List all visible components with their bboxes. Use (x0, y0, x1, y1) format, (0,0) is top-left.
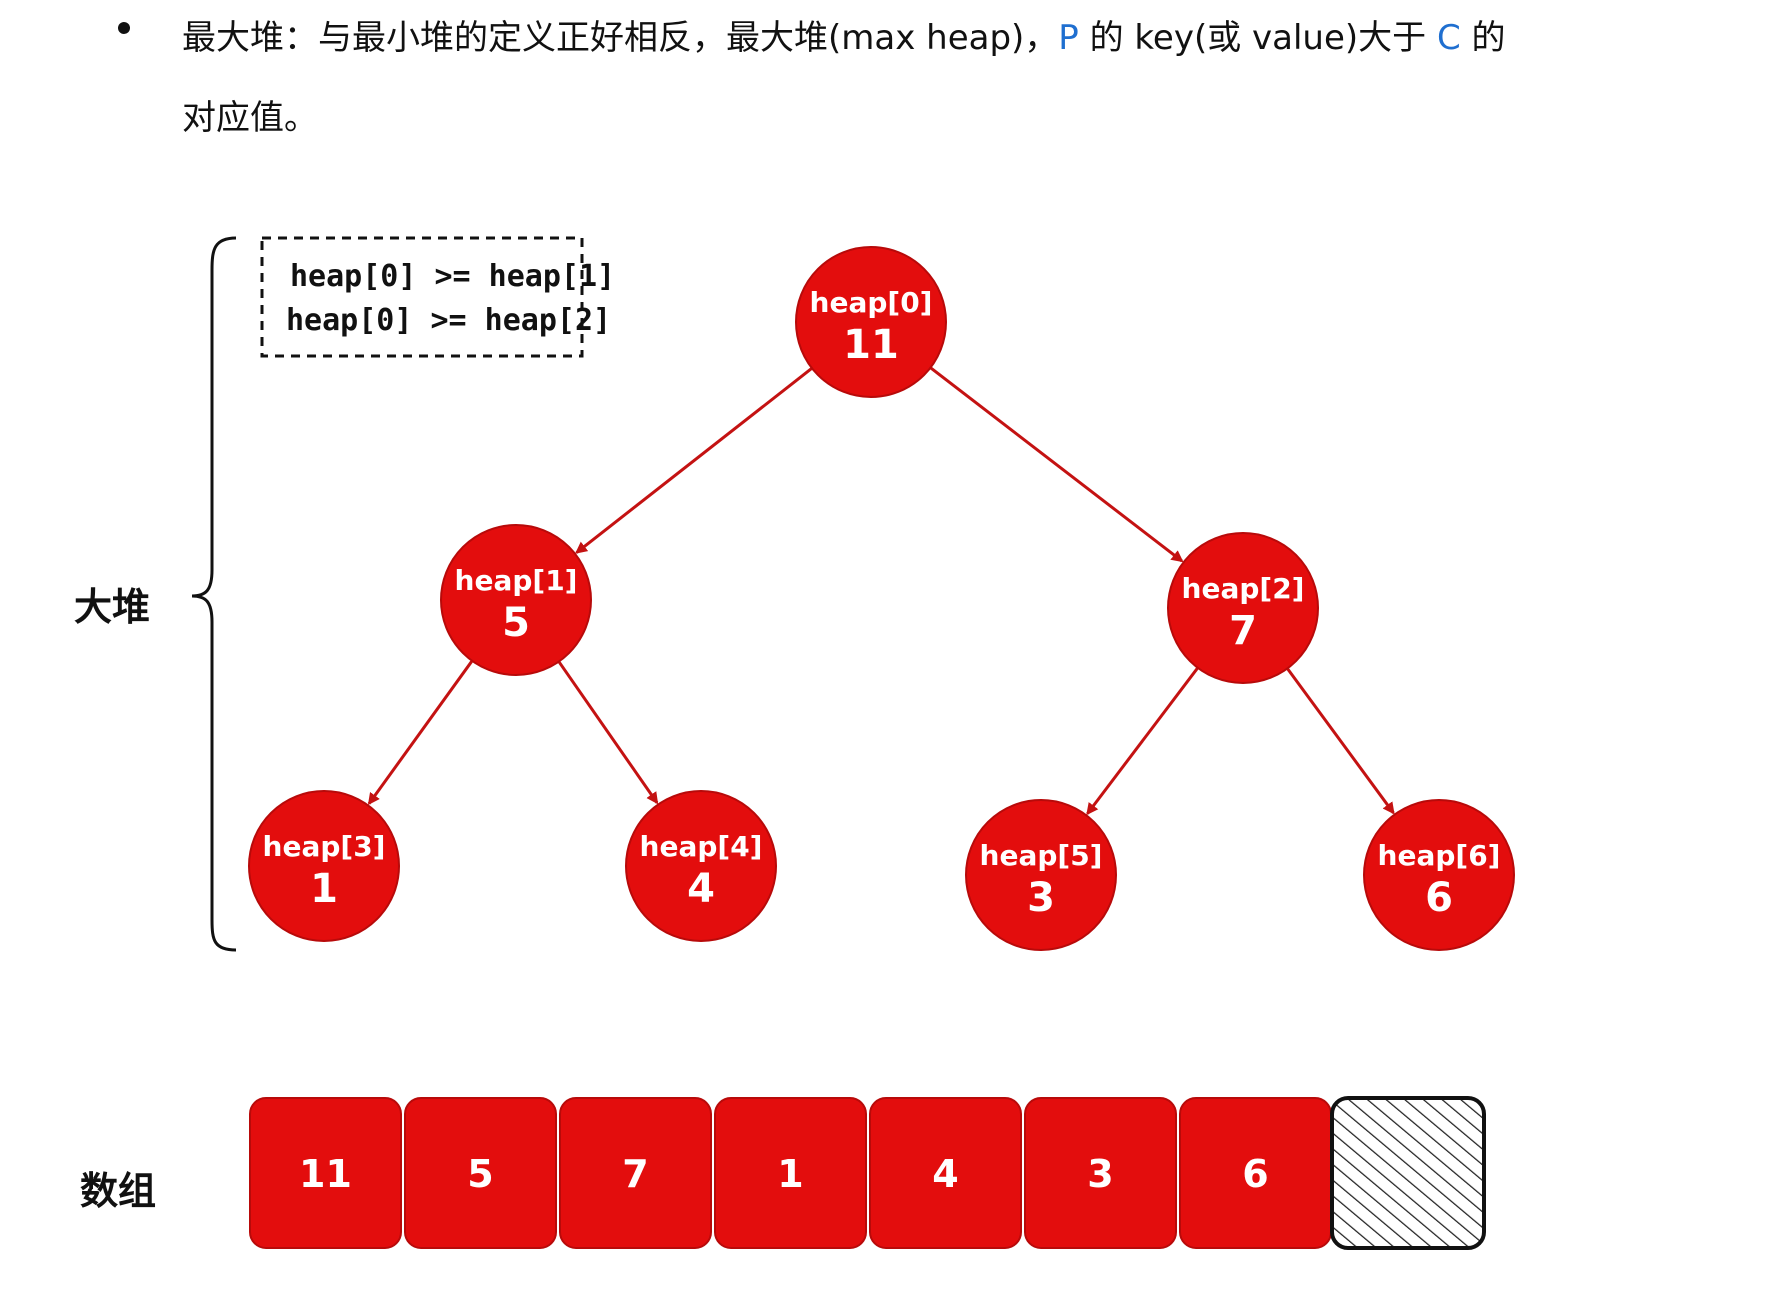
empty-array-slot (1330, 1096, 1486, 1250)
heap-node-value: 6 (1425, 875, 1453, 921)
condition-box (260, 236, 584, 358)
heap-node: heap[4]4 (625, 790, 777, 942)
heap-node-index: heap[2] (1182, 572, 1305, 605)
tree-edge (575, 367, 813, 554)
heap-node-value: 3 (1027, 875, 1055, 921)
heap-node-index: heap[0] (810, 286, 933, 319)
condition-line-1: heap[0] >= heap[1] (290, 259, 615, 294)
heap-node-value: 5 (502, 600, 530, 646)
heap-node: heap[5]3 (965, 799, 1117, 951)
heap-node: heap[3]1 (248, 790, 400, 942)
tree-edge (1086, 666, 1199, 816)
heap-node-index: heap[4] (640, 830, 763, 863)
heap-node-index: heap[6] (1378, 839, 1501, 872)
heap-node: heap[1]5 (440, 524, 592, 676)
array-cell-value: 3 (1087, 1152, 1113, 1196)
heap-node-value: 4 (687, 866, 715, 912)
heap-node: heap[2]7 (1167, 532, 1319, 684)
heap-node-index: heap[5] (980, 839, 1103, 872)
array-cell-value: 5 (467, 1152, 493, 1196)
heap-node-index: heap[1] (455, 564, 578, 597)
array-cell-value: 11 (299, 1152, 352, 1196)
condition-line-2: heap[0] >= heap[2] (286, 303, 611, 338)
heap-node: heap[0]11 (795, 246, 947, 398)
tree-edge (929, 366, 1184, 563)
heap-brace (191, 236, 237, 952)
max-heap-diagram: heap[0] >= heap[1] heap[0] >= heap[2] he… (191, 236, 1515, 1250)
array-cells: 11 5 7 1 4 3 6 (249, 1097, 1332, 1249)
array-cell-value: 7 (622, 1152, 648, 1196)
tree-edge (1286, 667, 1395, 815)
array-cell-value: 4 (932, 1152, 958, 1196)
heap-node-value: 1 (310, 866, 338, 912)
heap-node: heap[6]6 (1363, 799, 1515, 951)
array-cell-value: 1 (777, 1152, 803, 1196)
heap-node-index: heap[3] (263, 830, 386, 863)
heap-node-value: 7 (1229, 608, 1257, 654)
array-cell-value: 6 (1242, 1152, 1268, 1196)
tree-edge (367, 659, 474, 806)
tree-edge (557, 660, 659, 805)
heap-node-value: 11 (843, 322, 899, 368)
